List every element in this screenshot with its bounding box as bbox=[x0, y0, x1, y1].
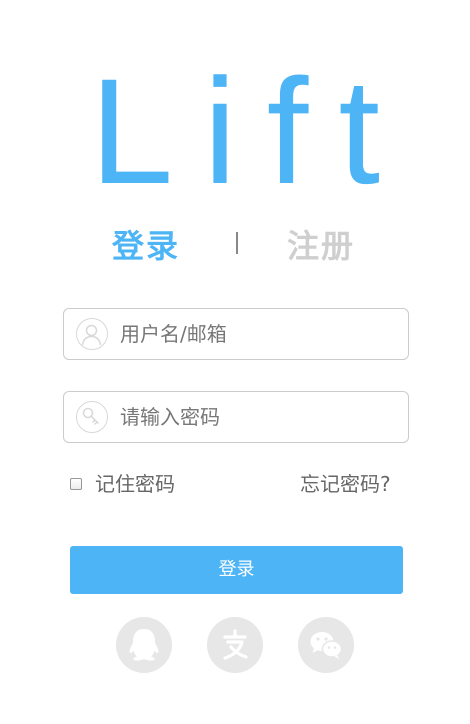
wechat-login-button[interactable] bbox=[298, 617, 354, 673]
tab-divider bbox=[236, 232, 238, 254]
user-icon bbox=[76, 318, 108, 350]
password-input[interactable] bbox=[120, 400, 396, 434]
qq-login-button[interactable] bbox=[116, 617, 172, 673]
remember-label: 记住密码 bbox=[95, 472, 175, 496]
remember-checkbox[interactable] bbox=[70, 478, 82, 490]
key-icon bbox=[76, 401, 108, 433]
username-field[interactable] bbox=[63, 308, 409, 360]
forgot-password-link[interactable]: 忘记密码? bbox=[300, 470, 391, 498]
alipay-login-button[interactable] bbox=[207, 617, 263, 673]
app-logo: Lift bbox=[89, 47, 411, 215]
alipay-icon bbox=[223, 629, 248, 660]
login-button[interactable]: 登录 bbox=[70, 546, 403, 594]
tab-register[interactable]: 注册 bbox=[287, 224, 355, 268]
wechat-icon bbox=[310, 632, 343, 659]
password-field[interactable] bbox=[63, 391, 409, 443]
tab-login[interactable]: 登录 bbox=[112, 224, 180, 268]
qq-icon bbox=[129, 629, 159, 661]
username-input[interactable] bbox=[120, 317, 396, 351]
auth-tabs: 登录 注册 bbox=[0, 224, 470, 268]
